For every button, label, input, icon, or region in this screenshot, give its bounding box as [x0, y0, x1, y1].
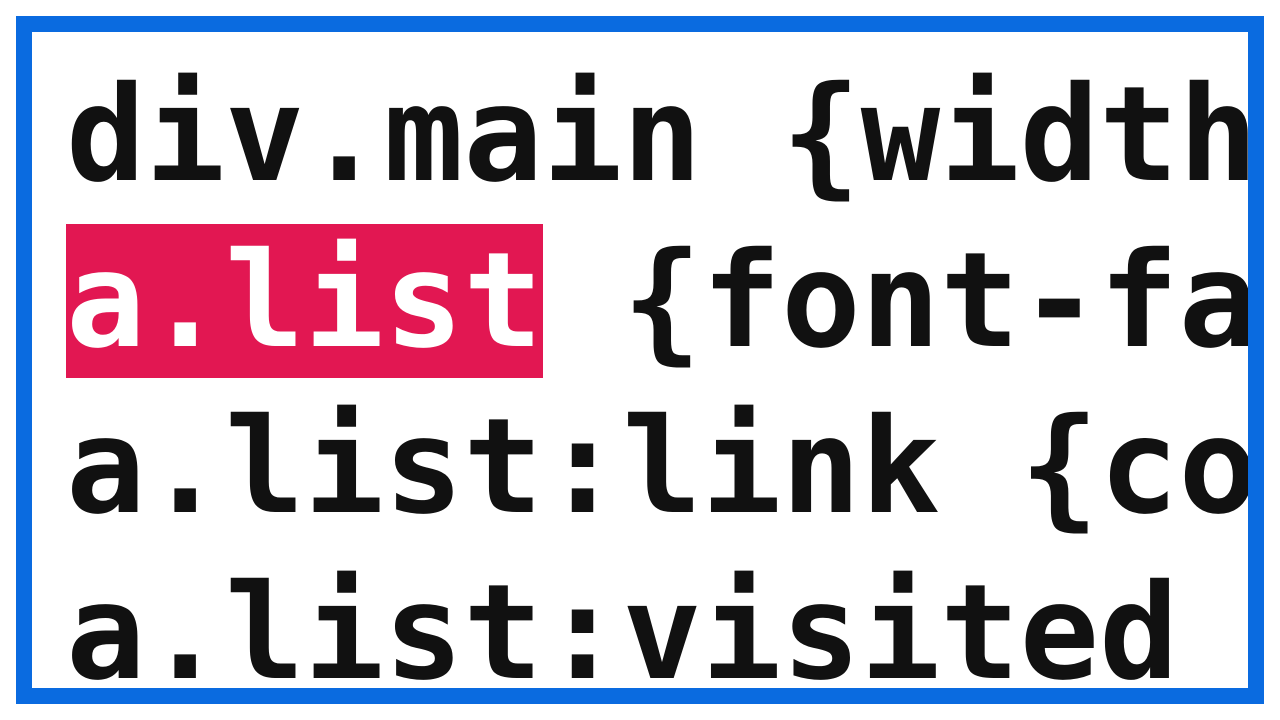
code-preview-frame: div.main {width a.list {font-fa a.list:l… [16, 16, 1264, 704]
code-line-1: div.main {width [66, 58, 1258, 212]
code-line-3: a.list:link {co [66, 390, 1258, 544]
css-code-block: div.main {width a.list {font-fa a.list:l… [66, 52, 1258, 704]
code-line-2-selected-selector: a.list [66, 224, 543, 378]
code-line-2-rest: {font-fa [543, 224, 1258, 378]
code-line-4: a.list:visited [66, 556, 1179, 704]
